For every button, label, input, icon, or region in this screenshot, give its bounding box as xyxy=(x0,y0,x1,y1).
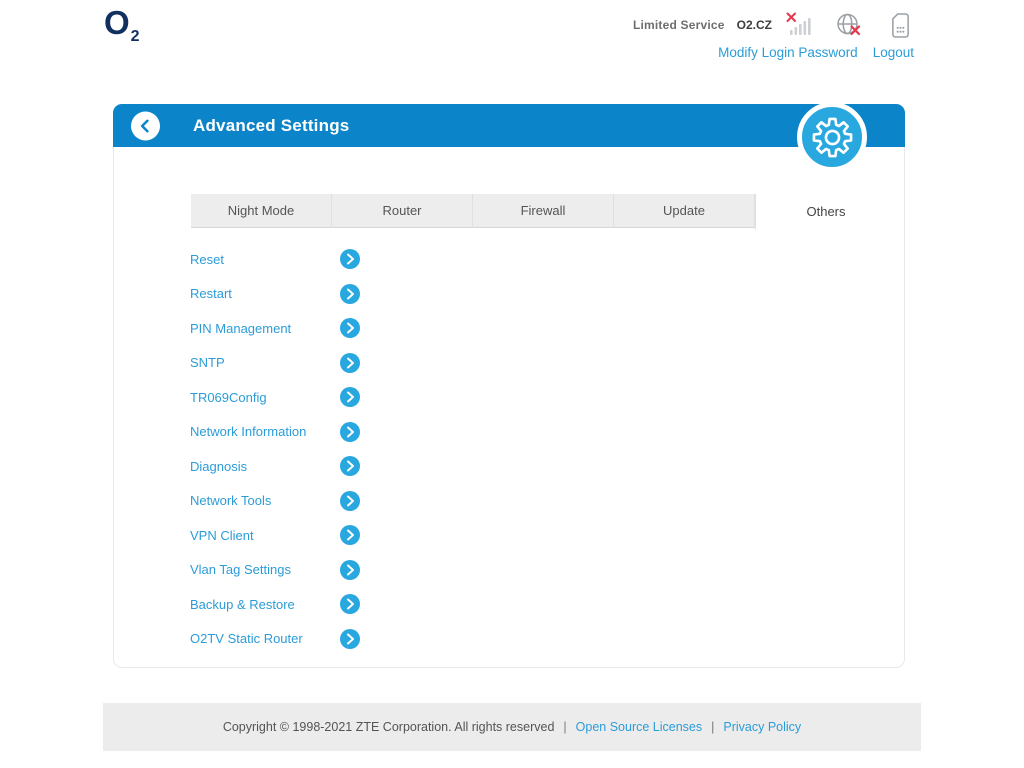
list-item: Backup & Restore xyxy=(190,587,510,622)
chevron-right-icon xyxy=(340,353,360,373)
settings-gear-button[interactable] xyxy=(797,102,867,172)
chevron-right-icon xyxy=(340,525,360,545)
footer-separator: | xyxy=(711,720,714,734)
logout-link[interactable]: Logout xyxy=(873,45,914,60)
chevron-right-icon xyxy=(340,594,360,614)
chevron-right-icon xyxy=(340,284,360,304)
chevron-right-icon xyxy=(340,318,360,338)
settings-link-network-information[interactable]: Network Information xyxy=(190,424,340,439)
chevron-right-icon xyxy=(340,491,360,511)
chevron-right-button[interactable] xyxy=(340,525,360,545)
settings-link-pin-management[interactable]: PIN Management xyxy=(190,321,340,336)
logo-subscript: 2 xyxy=(131,28,140,45)
chevron-right-button[interactable] xyxy=(340,387,360,407)
tab-firewall[interactable]: Firewall xyxy=(473,194,614,228)
chevron-right-button[interactable] xyxy=(340,594,360,614)
chevron-right-button[interactable] xyxy=(340,249,360,269)
gear-icon xyxy=(810,115,855,160)
chevron-right-icon xyxy=(340,629,360,649)
settings-link-sntp[interactable]: SNTP xyxy=(190,355,340,370)
settings-link-backup-restore[interactable]: Backup & Restore xyxy=(190,597,340,612)
modify-login-password-link[interactable]: Modify Login Password xyxy=(718,45,858,60)
internet-disconnected-icon xyxy=(836,12,862,38)
logo-main: O xyxy=(104,4,130,41)
chevron-right-icon xyxy=(340,422,360,442)
list-item: O2TV Static Router xyxy=(190,622,510,657)
settings-link-reset[interactable]: Reset xyxy=(190,252,340,267)
list-item: TR069Config xyxy=(190,380,510,415)
chevron-right-icon xyxy=(340,456,360,476)
list-item: Vlan Tag Settings xyxy=(190,553,510,588)
list-item: Diagnosis xyxy=(190,449,510,484)
tab-others[interactable]: Others xyxy=(755,194,896,230)
page-title: Advanced Settings xyxy=(193,116,349,136)
privacy-policy-link[interactable]: Privacy Policy xyxy=(723,720,801,734)
service-status-text: Limited Service xyxy=(633,18,725,32)
network-name-text: O2.CZ xyxy=(737,18,772,32)
tab-router[interactable]: Router xyxy=(332,194,473,228)
list-item: Network Tools xyxy=(190,484,510,519)
o2-logo: O2 xyxy=(104,6,139,39)
sim-card-icon xyxy=(890,12,911,39)
chevron-left-icon xyxy=(136,116,155,135)
tab-night-mode[interactable]: Night Mode xyxy=(191,194,332,228)
settings-list: Reset Restart PIN Management SNTP TR069Confi… xyxy=(190,242,510,656)
settings-link-network-tools[interactable]: Network Tools xyxy=(190,493,340,508)
panel-header: Advanced Settings xyxy=(113,104,905,147)
list-item: SNTP xyxy=(190,346,510,381)
list-item: PIN Management xyxy=(190,311,510,346)
signal-strength-no-service-icon xyxy=(786,12,814,38)
chevron-right-button[interactable] xyxy=(340,629,360,649)
list-item: Network Information xyxy=(190,415,510,450)
settings-link-restart[interactable]: Restart xyxy=(190,286,340,301)
settings-link-diagnosis[interactable]: Diagnosis xyxy=(190,459,340,474)
list-item: Restart xyxy=(190,277,510,312)
list-item: Reset xyxy=(190,242,510,277)
chevron-right-button[interactable] xyxy=(340,284,360,304)
chevron-right-button[interactable] xyxy=(340,318,360,338)
footer-separator: | xyxy=(563,720,566,734)
chevron-right-icon xyxy=(340,249,360,269)
chevron-right-button[interactable] xyxy=(340,353,360,373)
footer: Copyright © 1998-2021 ZTE Corporation. A… xyxy=(103,703,921,751)
chevron-right-button[interactable] xyxy=(340,422,360,442)
settings-link-tr069config[interactable]: TR069Config xyxy=(190,390,340,405)
settings-link-vpn-client[interactable]: VPN Client xyxy=(190,528,340,543)
settings-link-vlan-tag-settings[interactable]: Vlan Tag Settings xyxy=(190,562,340,577)
chevron-right-icon xyxy=(340,560,360,580)
open-source-licenses-link[interactable]: Open Source Licenses xyxy=(576,720,702,734)
tab-update[interactable]: Update xyxy=(614,194,755,228)
chevron-right-button[interactable] xyxy=(340,491,360,511)
settings-link-o2tv-static-router[interactable]: O2TV Static Router xyxy=(190,631,340,646)
status-bar: Limited Service O2.CZ xyxy=(633,12,911,38)
account-links: Modify Login Password Logout xyxy=(718,45,914,60)
advanced-settings-panel: Advanced Settings Night ModeRouterFirewa… xyxy=(113,104,905,668)
copyright-text: Copyright © 1998-2021 ZTE Corporation. A… xyxy=(223,720,555,734)
back-button[interactable] xyxy=(131,111,160,140)
chevron-right-button[interactable] xyxy=(340,456,360,476)
chevron-right-button[interactable] xyxy=(340,560,360,580)
tab-bar: Night ModeRouterFirewallUpdateOthers xyxy=(191,194,896,228)
list-item: VPN Client xyxy=(190,518,510,553)
chevron-right-icon xyxy=(340,387,360,407)
